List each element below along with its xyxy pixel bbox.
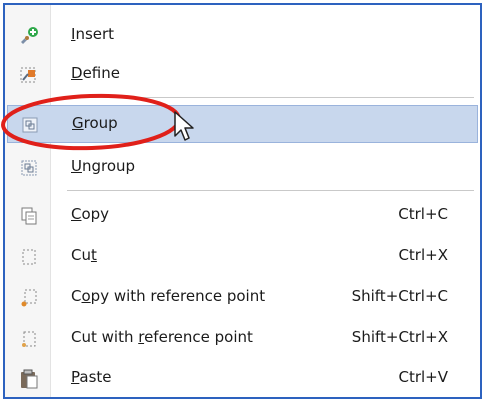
group-icon [20, 115, 40, 135]
menu-item-label: Define [71, 64, 120, 82]
menu-item-group[interactable]: Group [7, 105, 478, 143]
menu-item-shortcut: Ctrl+X [398, 246, 448, 264]
menu-item-label: Cut [71, 246, 97, 264]
menu-item-paste[interactable]: Paste Ctrl+V [7, 360, 478, 398]
menu-item-label: Paste [71, 368, 112, 386]
menu-item-shortcut: Shift+Ctrl+X [351, 328, 448, 346]
menu-item-cut-with-reference-point[interactable]: Cut with reference point Shift+Ctrl+X [7, 320, 478, 358]
menu-item-label: Copy with reference point [71, 287, 266, 305]
paste-icon [19, 369, 39, 389]
menu-item-label: Insert [71, 25, 115, 43]
cut-icon [19, 247, 39, 267]
menu-item-shortcut: Ctrl+C [398, 205, 448, 223]
menu-item-insert[interactable]: Insert [7, 17, 478, 55]
copy-with-base-point-icon [19, 288, 39, 308]
menu-item-label: Cut with reference point [71, 328, 253, 346]
menu-separator [67, 97, 474, 98]
menu-item-shortcut: Shift+Ctrl+C [351, 287, 448, 305]
menu-item-define[interactable]: Define [7, 56, 478, 94]
menu-item-copy[interactable]: Copy Ctrl+C [7, 197, 478, 235]
menu-item-cut[interactable]: Cut Ctrl+X [7, 238, 478, 276]
mouse-cursor-icon [174, 111, 194, 141]
context-menu: Insert Define Group Ungroup Copy Ctrl+C … [3, 3, 482, 399]
menu-item-label: Ungroup [71, 157, 136, 175]
copy-icon [19, 206, 39, 226]
menu-item-label: Copy [71, 205, 110, 223]
menu-item-label: Group [72, 114, 118, 132]
menu-item-shortcut: Ctrl+V [398, 368, 448, 386]
menu-item-copy-with-reference-point[interactable]: Copy with reference point Shift+Ctrl+C [7, 279, 478, 317]
cut-with-base-point-icon [19, 329, 39, 349]
menu-separator [67, 190, 474, 191]
menu-item-ungroup[interactable]: Ungroup [7, 149, 478, 187]
ungroup-icon [19, 158, 39, 178]
define-block-icon [19, 65, 39, 85]
insert-block-icon [19, 26, 39, 46]
